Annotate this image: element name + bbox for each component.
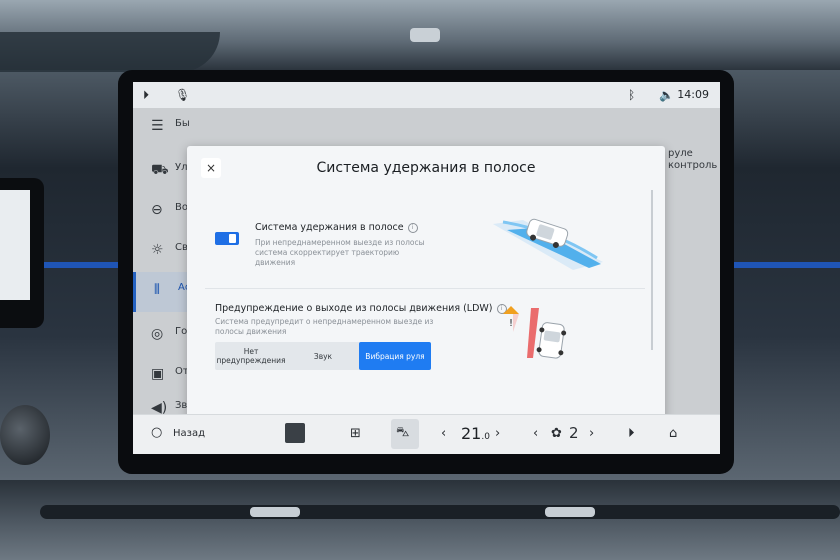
ldw-illustration: ! xyxy=(503,306,567,359)
media-thumbnail[interactable] xyxy=(285,423,305,443)
temperature-decimal: .0 xyxy=(481,432,490,442)
option-title-text: Предупреждение о выходе из полосы движен… xyxy=(215,303,493,314)
dashboard-bottom xyxy=(0,480,840,560)
segment-wheel-vibration[interactable]: Вибрация руля xyxy=(359,342,431,370)
play-circle-icon[interactable]: ⏵ xyxy=(143,88,149,103)
clock: 14:09 xyxy=(677,88,709,101)
dashboard-sensor xyxy=(410,28,440,42)
microphone-icon[interactable]: 🎙 xyxy=(175,88,190,102)
fan-icon: ✿ xyxy=(551,426,562,441)
vent-tab-right xyxy=(545,507,595,517)
ambient-light-right xyxy=(734,262,840,268)
media-play-icon[interactable]: ⏵ xyxy=(628,426,635,441)
dashboard-vent xyxy=(0,32,220,72)
seat-heating-icon[interactable]: ⌂ xyxy=(669,426,677,441)
segment-no-warning[interactable]: Нет предупреждения xyxy=(215,342,287,370)
option-description: Система предупредит о непреднамеренном в… xyxy=(215,317,434,336)
vent-tab-left xyxy=(250,507,300,517)
volume-icon[interactable]: 🔈 xyxy=(659,88,674,102)
instrument-display xyxy=(0,178,44,328)
warning-mode-selector: Нет предупреждения Звук Вибрация руля xyxy=(215,342,431,370)
section-divider xyxy=(205,288,645,289)
air-vent xyxy=(40,505,840,519)
fan-level: 2 xyxy=(569,424,579,442)
svg-text:!: ! xyxy=(509,318,513,329)
option-title-text: Система удержания в полосе xyxy=(255,222,404,233)
bottom-dock: ○ Назад ⊞ ⛍ ‹ 21.0 › ‹ ✿ 2 › ⏵ ⌂ xyxy=(133,414,720,454)
segment-sound[interactable]: Звук xyxy=(287,342,359,370)
car-icon: ⛍ xyxy=(396,425,410,440)
modal-overlay: × Система удержания в полосе Система уде… xyxy=(133,108,720,422)
option-title: Предупреждение о выходе из полосы движен… xyxy=(215,303,507,314)
temp-up-chevron-icon[interactable]: › xyxy=(495,426,500,441)
fan-down-chevron-icon[interactable]: ‹ xyxy=(533,426,538,441)
infotainment-screen: ⏵ 🎙 ᛒ 🔈 14:09 ☰ Бы ⛟ Ул ⊖ Во ☼ Св ⫴ Ас в… xyxy=(133,82,720,454)
status-bar: ⏵ 🎙 ᛒ 🔈 14:09 xyxy=(133,82,720,108)
temperature-display: 21.0 xyxy=(461,424,490,443)
lane-keeping-illustration xyxy=(493,218,603,270)
fan-up-chevron-icon[interactable]: › xyxy=(589,426,594,441)
info-icon[interactable]: i xyxy=(407,222,418,233)
back-circle-icon[interactable]: ○ xyxy=(151,425,162,440)
option-description: При непреднамеренном выезде из полосы си… xyxy=(255,238,425,267)
option-title: Система удержания в полосе i xyxy=(255,222,418,233)
lane-keeping-dialog: × Система удержания в полосе Система уде… xyxy=(187,146,665,422)
temperature-value: 21 xyxy=(461,424,482,443)
back-button[interactable]: Назад xyxy=(173,428,205,439)
dialog-title: Система удержания в полосе xyxy=(316,160,536,176)
lane-keeping-toggle[interactable] xyxy=(215,232,239,245)
scrollbar[interactable] xyxy=(651,190,653,350)
control-knob xyxy=(0,405,50,465)
ambient-light-left xyxy=(44,262,124,268)
apps-grid-icon[interactable]: ⊞ xyxy=(350,426,361,441)
bluetooth-icon: ᛒ xyxy=(628,88,636,102)
temp-down-chevron-icon[interactable]: ‹ xyxy=(441,426,446,441)
